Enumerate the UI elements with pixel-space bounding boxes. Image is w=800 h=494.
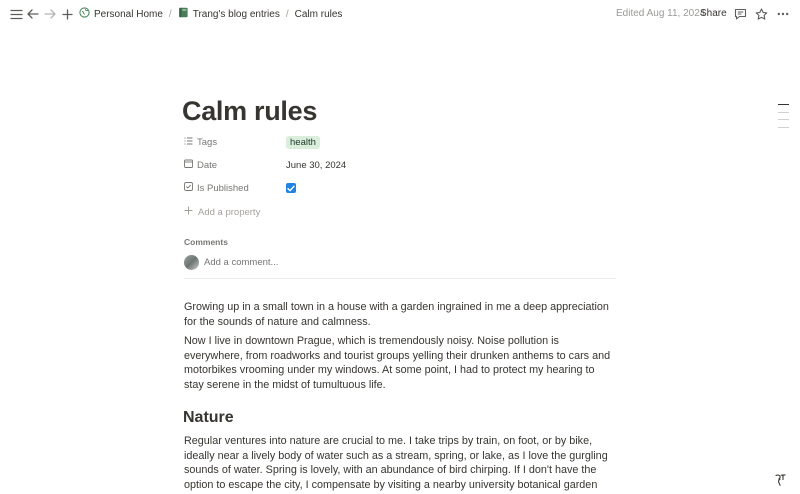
property-name: Is Published: [184, 182, 286, 194]
forward-arrow-icon[interactable]: [42, 6, 58, 22]
divider: [184, 278, 616, 279]
property-name: Tags: [184, 137, 286, 148]
breadcrumb-label: Personal Home: [94, 8, 163, 20]
property-label: Is Published: [197, 182, 249, 194]
book-icon: [178, 7, 189, 21]
breadcrumb: Personal Home / Trang's blog entries / C…: [79, 7, 342, 21]
table-of-contents-outline[interactable]: [778, 104, 789, 134]
breadcrumb-label: Calm rules: [294, 8, 343, 20]
property-is-published[interactable]: Is Published: [184, 180, 296, 196]
section-heading[interactable]: Nature: [183, 409, 234, 427]
outline-line[interactable]: [778, 126, 789, 128]
avatar: [184, 255, 199, 270]
add-property-label: Add a property: [198, 206, 261, 218]
tag-chip[interactable]: health: [286, 135, 320, 149]
outline-line[interactable]: [778, 104, 789, 105]
property-tags[interactable]: Tags health: [184, 134, 320, 150]
breadcrumb-separator: /: [285, 8, 289, 20]
edited-timestamp: Edited Aug 11, 2024: [616, 8, 706, 19]
property-name: Date: [184, 159, 286, 171]
published-checkbox[interactable]: [286, 183, 296, 193]
star-icon[interactable]: [753, 6, 769, 22]
property-label: Tags: [197, 136, 218, 148]
list-icon: [184, 137, 193, 148]
home-globe-icon: [79, 7, 90, 21]
breadcrumb-label: Trang's blog entries: [192, 8, 280, 20]
paragraph[interactable]: Growing up in a small town in a house wi…: [184, 300, 616, 329]
ai-assistant-icon[interactable]: [772, 472, 788, 488]
page-title[interactable]: Calm rules: [182, 96, 317, 127]
back-arrow-icon[interactable]: [25, 6, 41, 22]
plus-icon[interactable]: [59, 6, 75, 22]
checkbox-icon: [184, 182, 193, 194]
breadcrumb-blog-entries[interactable]: Trang's blog entries: [178, 7, 280, 21]
comment-composer: [184, 255, 604, 270]
plus-icon: [184, 206, 193, 218]
outline-line[interactable]: [778, 119, 789, 120]
top-bar: Personal Home / Trang's blog entries / C…: [0, 0, 800, 28]
more-options-icon[interactable]: [775, 6, 791, 22]
share-button[interactable]: Share: [700, 8, 727, 19]
menu-icon[interactable]: [8, 6, 24, 22]
outline-line[interactable]: [778, 111, 789, 113]
property-label: Date: [197, 159, 218, 171]
breadcrumb-personal-home[interactable]: Personal Home: [79, 7, 163, 21]
comments-heading: Comments: [184, 237, 228, 247]
date-value[interactable]: June 30, 2024: [286, 160, 346, 171]
paragraph[interactable]: Regular ventures into nature are crucial…: [184, 434, 616, 494]
breadcrumb-separator: /: [168, 8, 172, 20]
property-date[interactable]: Date June 30, 2024: [184, 157, 346, 173]
comment-input[interactable]: [204, 257, 604, 268]
calendar-icon: [184, 159, 193, 171]
breadcrumb-current-page[interactable]: Calm rules: [295, 9, 343, 20]
comment-icon[interactable]: [732, 6, 748, 22]
add-property-button[interactable]: Add a property: [184, 206, 260, 218]
paragraph[interactable]: Now I live in downtown Prague, which is …: [184, 334, 616, 392]
